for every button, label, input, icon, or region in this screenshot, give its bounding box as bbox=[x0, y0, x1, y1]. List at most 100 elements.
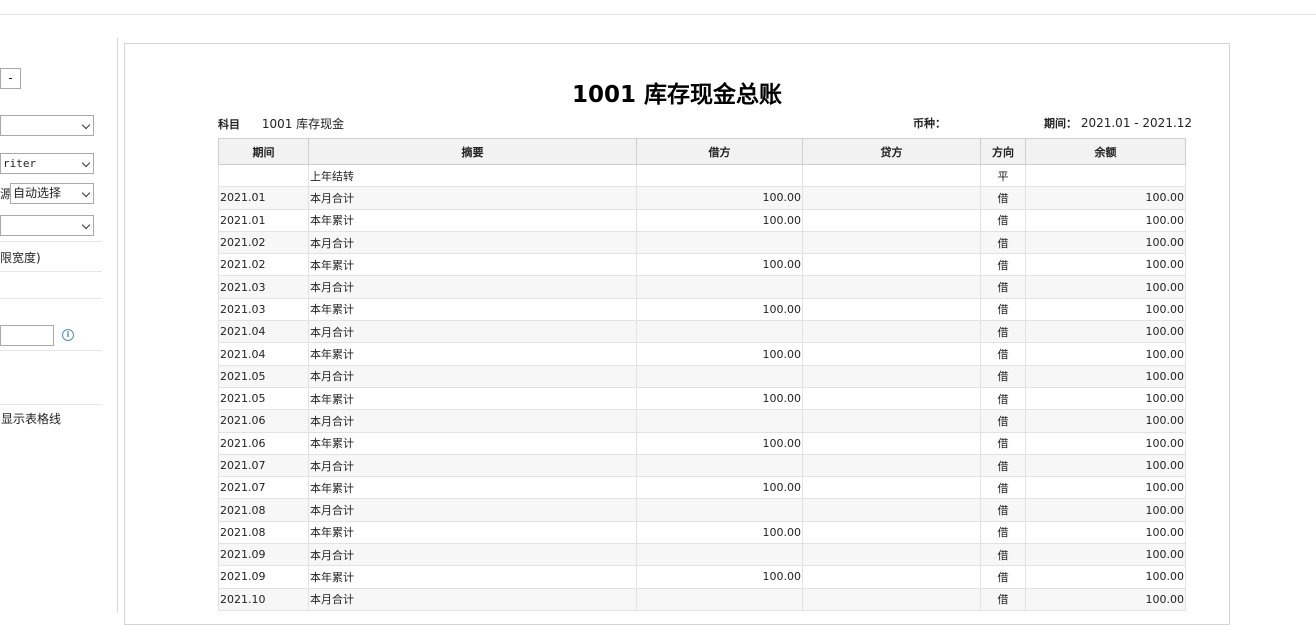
cell-period bbox=[218, 163, 309, 188]
cell-summary: 本年累计 bbox=[308, 520, 637, 545]
number-input[interactable] bbox=[0, 325, 54, 346]
table-row: 2021.02 本年累计 100.00 借 100.00 bbox=[218, 253, 1186, 277]
table-row: 2021.10 本月合计 借 100.00 bbox=[218, 587, 1186, 611]
cell-summary: 本年累计 bbox=[308, 431, 637, 455]
cell-balance: 100.00 bbox=[1025, 186, 1186, 210]
table-row: 2021.01 本月合计 100.00 借 100.00 bbox=[218, 186, 1186, 210]
info-icon[interactable]: i bbox=[62, 329, 74, 341]
cell-debit bbox=[636, 543, 803, 567]
table-row: 2021.09 本年累计 100.00 借 100.00 bbox=[218, 565, 1186, 589]
table-row: 2021.06 本月合计 借 100.00 bbox=[218, 409, 1186, 433]
cell-balance: 100.00 bbox=[1025, 275, 1186, 299]
settings-select-3[interactable] bbox=[0, 215, 94, 236]
cell-debit: 100.00 bbox=[636, 186, 803, 210]
cell-credit bbox=[802, 364, 981, 388]
cell-balance: 100.00 bbox=[1025, 364, 1186, 388]
cell-summary: 本年累计 bbox=[308, 208, 637, 232]
cell-direction: 借 bbox=[980, 476, 1026, 500]
cell-direction: 借 bbox=[980, 543, 1026, 567]
cell-balance: 100.00 bbox=[1025, 342, 1186, 366]
subject-label: 科目 bbox=[218, 118, 240, 131]
table-row: 2021.04 本年累计 100.00 借 100.00 bbox=[218, 342, 1186, 366]
dash-button[interactable]: - bbox=[0, 68, 21, 89]
cell-balance: 100.00 bbox=[1025, 409, 1186, 433]
cell-summary: 本月合计 bbox=[308, 543, 637, 567]
cell-credit bbox=[802, 297, 981, 322]
settings-select-1[interactable] bbox=[0, 115, 94, 136]
period-label: 期间： bbox=[1044, 117, 1077, 130]
table-row: 2021.06 本年累计 100.00 借 100.00 bbox=[218, 431, 1186, 455]
cell-debit bbox=[636, 587, 803, 611]
report-title: 1001 库存现金总账 bbox=[571, 82, 783, 108]
cell-credit bbox=[802, 453, 981, 478]
subject-meta: 科目 1001 库存现金 bbox=[218, 115, 344, 132]
chevron-down-icon bbox=[81, 188, 91, 198]
table-row: 2021.01 本年累计 100.00 借 100.00 bbox=[218, 208, 1186, 232]
table-row: 2021.07 本年累计 100.00 借 100.00 bbox=[218, 476, 1186, 500]
period-value: 2021.01 - 2021.12 bbox=[1080, 116, 1193, 130]
cell-credit bbox=[802, 386, 981, 411]
cell-credit bbox=[802, 320, 981, 344]
cell-credit bbox=[802, 275, 981, 299]
cell-period: 2021.08 bbox=[218, 498, 309, 522]
divider bbox=[0, 241, 102, 242]
table-row: 2021.02 本月合计 借 100.00 bbox=[218, 230, 1186, 255]
cell-direction: 借 bbox=[980, 386, 1026, 411]
cell-credit bbox=[802, 230, 981, 255]
cell-period: 2021.01 bbox=[218, 208, 309, 232]
cell-summary: 本月合计 bbox=[308, 320, 637, 344]
cell-direction: 借 bbox=[980, 453, 1026, 478]
cell-credit bbox=[802, 565, 981, 589]
cell-balance: 100.00 bbox=[1025, 208, 1186, 232]
cell-debit bbox=[636, 275, 803, 299]
cell-debit: 100.00 bbox=[636, 520, 803, 545]
cell-summary: 本月合计 bbox=[308, 275, 637, 299]
cell-balance: 100.00 bbox=[1025, 253, 1186, 277]
cell-balance: 100.00 bbox=[1025, 520, 1186, 545]
table-row: 2021.03 本月合计 借 100.00 bbox=[218, 275, 1186, 299]
cell-summary: 本年累计 bbox=[308, 386, 637, 411]
column-header: 方向 bbox=[980, 138, 1026, 165]
printer-select[interactable]: riter bbox=[0, 153, 94, 174]
cell-summary: 本月合计 bbox=[308, 230, 637, 255]
cell-summary: 本月合计 bbox=[308, 409, 637, 433]
currency-label: 币种： bbox=[913, 117, 946, 130]
cell-credit bbox=[802, 186, 981, 210]
cell-summary: 上年结转 bbox=[308, 163, 637, 188]
cell-credit bbox=[802, 498, 981, 522]
width-option-label[interactable]: 限宽度) bbox=[0, 249, 41, 266]
cell-period: 2021.08 bbox=[218, 520, 309, 545]
cell-period: 2021.05 bbox=[218, 364, 309, 388]
cell-direction: 借 bbox=[980, 208, 1026, 232]
cell-debit: 100.00 bbox=[636, 297, 803, 322]
cell-period: 2021.05 bbox=[218, 386, 309, 411]
cell-debit bbox=[636, 453, 803, 478]
cell-period: 2021.09 bbox=[218, 565, 309, 589]
cell-summary: 本年累计 bbox=[308, 253, 637, 277]
cell-credit bbox=[802, 253, 981, 277]
cell-period: 2021.02 bbox=[218, 230, 309, 255]
chevron-down-icon bbox=[81, 158, 91, 168]
period-meta: 期间： 2021.01 - 2021.12 bbox=[1044, 115, 1192, 131]
cell-period: 2021.06 bbox=[218, 431, 309, 455]
dash-button-label: - bbox=[8, 71, 13, 85]
table-row: 2021.05 本年累计 100.00 借 100.00 bbox=[218, 386, 1186, 411]
cell-period: 2021.09 bbox=[218, 543, 309, 567]
cell-direction: 借 bbox=[980, 342, 1026, 366]
report-sheet: 1001 库存现金总账 科目 1001 库存现金 币种： 期间： 2021.01… bbox=[124, 43, 1230, 625]
ledger-body: 上年结转平 2021.01 本月合计 100.00 借 100.00 2021.01 本年累计… bbox=[218, 163, 1186, 611]
cell-direction: 借 bbox=[980, 186, 1026, 210]
chevron-down-icon bbox=[81, 220, 91, 230]
cell-balance: 100.00 bbox=[1025, 320, 1186, 344]
cell-direction: 借 bbox=[980, 498, 1026, 522]
column-header: 借方 bbox=[636, 138, 803, 165]
cell-debit bbox=[636, 409, 803, 433]
table-header-row: 期间 摘要 借方 贷方 方向 余额 bbox=[218, 138, 1186, 165]
divider bbox=[0, 350, 102, 351]
cell-summary: 本月合计 bbox=[308, 587, 637, 611]
source-select-value: 自动选择 bbox=[13, 186, 62, 200]
cell-direction: 借 bbox=[980, 230, 1026, 255]
source-select[interactable]: 自动选择 bbox=[10, 183, 94, 204]
show-gridlines-label[interactable]: 显示表格线 bbox=[1, 410, 61, 427]
cell-debit: 100.00 bbox=[636, 342, 803, 366]
